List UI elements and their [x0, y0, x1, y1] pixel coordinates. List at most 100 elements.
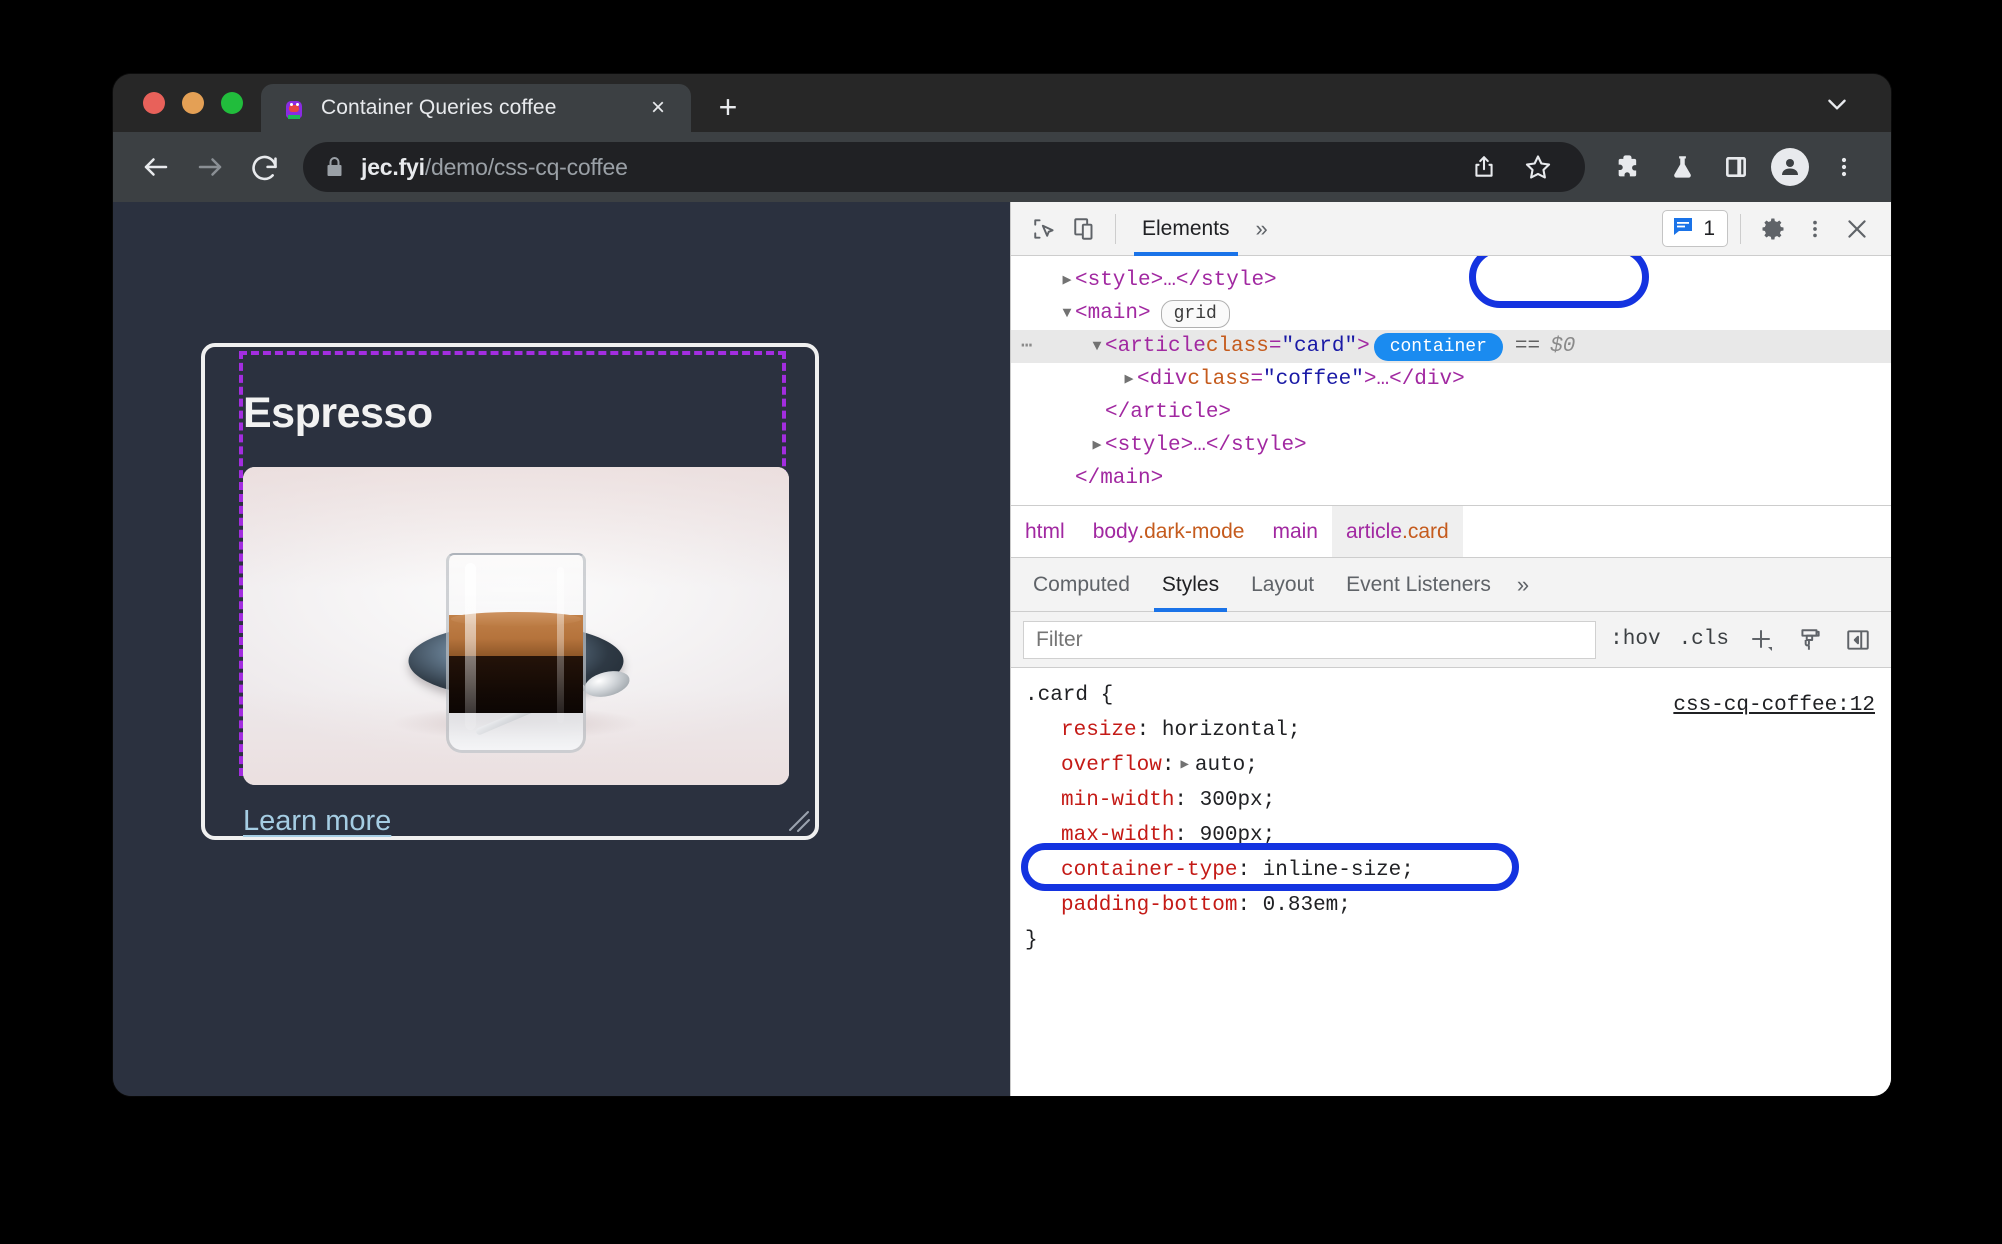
- tab-layout[interactable]: Layout: [1235, 558, 1330, 612]
- tab-elements[interactable]: Elements: [1126, 202, 1246, 256]
- labs-flask-icon[interactable]: [1657, 142, 1707, 192]
- toggle-sidebar-icon[interactable]: [1839, 621, 1877, 659]
- breadcrumb-item-article[interactable]: article .card: [1331, 506, 1463, 557]
- dom-row[interactable]: ▶ <div class = "coffee" >… </div>: [1011, 363, 1891, 396]
- expand-triangle-icon[interactable]: ▶: [1089, 429, 1105, 462]
- css-declaration-container-type[interactable]: container-type: inline-size;: [1011, 853, 1891, 888]
- styles-filter-row: Filter :hov .cls: [1011, 611, 1891, 667]
- tab-styles[interactable]: Styles: [1146, 558, 1235, 612]
- gear-icon[interactable]: [1753, 209, 1793, 249]
- collapse-triangle-icon[interactable]: ▼: [1089, 330, 1105, 363]
- dom-node-close: </style>: [1175, 269, 1277, 292]
- learn-more-link[interactable]: Learn more: [243, 805, 391, 838]
- close-icon[interactable]: [1837, 209, 1877, 249]
- back-arrow-icon[interactable]: [131, 142, 181, 192]
- dom-selected-eq: ==: [1514, 335, 1541, 358]
- reload-icon[interactable]: [239, 142, 289, 192]
- css-value[interactable]: auto;: [1195, 748, 1258, 783]
- breadcrumb-item-body[interactable]: body .dark-mode: [1079, 506, 1259, 557]
- css-property[interactable]: container-type: [1025, 853, 1237, 888]
- css-selector[interactable]: .card {: [1025, 678, 1113, 713]
- tab-close-icon[interactable]: ×: [643, 93, 673, 123]
- more-sidebar-tabs-icon[interactable]: »: [1507, 572, 1539, 598]
- browser-tab[interactable]: Container Queries coffee ×: [261, 84, 691, 132]
- expand-triangle-icon[interactable]: ▶: [1174, 748, 1194, 783]
- breadcrumb-item-html[interactable]: html: [1011, 506, 1079, 557]
- devtools-panel: Elements » 1 ▶ <style> … </style> ▼ <mai…: [1010, 202, 1891, 1096]
- tab-event-listeners[interactable]: Event Listeners: [1330, 558, 1507, 612]
- card-title: Espresso: [243, 389, 433, 437]
- css-declaration[interactable]: overflow: ▶ auto;: [1011, 748, 1891, 783]
- css-value[interactable]: 300px;: [1200, 783, 1276, 818]
- dom-row[interactable]: ▼ <main> grid: [1011, 297, 1891, 330]
- css-colon: :: [1174, 824, 1200, 847]
- css-brace: }: [1025, 929, 1038, 952]
- profile-avatar[interactable]: [1765, 142, 1815, 192]
- new-tab-button[interactable]: +: [705, 84, 751, 130]
- styles-rules-pane[interactable]: .card { css-cq-coffee:12 resize: horizon…: [1011, 667, 1891, 1096]
- hov-toggle[interactable]: :hov: [1606, 628, 1664, 651]
- css-value[interactable]: 0.83em;: [1263, 888, 1351, 923]
- bookmark-star-icon[interactable]: [1513, 142, 1563, 192]
- grid-badge[interactable]: grid: [1160, 299, 1230, 328]
- more-panels-icon[interactable]: »: [1246, 216, 1278, 242]
- address-bar[interactable]: jec.fyi/demo/css-cq-coffee: [303, 142, 1585, 192]
- collapse-triangle-icon[interactable]: ▼: [1059, 297, 1075, 330]
- dom-row-menu-icon[interactable]: ⋯: [1021, 330, 1034, 363]
- dom-ellipsis: …: [1193, 434, 1206, 457]
- expand-triangle-icon[interactable]: ▶: [1121, 363, 1137, 396]
- css-property[interactable]: max-width: [1025, 818, 1174, 853]
- lock-icon: [325, 156, 344, 178]
- dom-node-close: </main>: [1075, 467, 1164, 490]
- css-declaration[interactable]: min-width: 300px;: [1011, 783, 1891, 818]
- devtools-more-icon[interactable]: [1795, 209, 1835, 249]
- breadcrumb-class: .card: [1402, 519, 1449, 543]
- issues-badge[interactable]: 1: [1662, 210, 1728, 247]
- css-value[interactable]: horizontal;: [1162, 713, 1301, 748]
- url-path: /demo/css-cq-coffee: [424, 153, 628, 180]
- dom-node-close: </div>: [1389, 368, 1465, 391]
- card-resize-handle[interactable]: [785, 807, 811, 833]
- paintbrush-icon[interactable]: [1791, 621, 1829, 659]
- plus-new-style-rule-icon[interactable]: [1743, 621, 1781, 659]
- window-maximize-button[interactable]: [221, 92, 243, 114]
- dom-console-ref: $0: [1550, 335, 1576, 358]
- dom-row[interactable]: ▶ <style>… </style>: [1011, 264, 1891, 297]
- extensions-puzzle-icon[interactable]: [1603, 142, 1653, 192]
- inspect-element-icon[interactable]: [1025, 209, 1065, 249]
- tab-computed[interactable]: Computed: [1017, 558, 1146, 612]
- toolbar-divider-2: [1740, 213, 1741, 244]
- device-toolbar-icon[interactable]: [1065, 209, 1105, 249]
- container-badge[interactable]: container: [1373, 332, 1503, 361]
- window-minimize-button[interactable]: [182, 92, 204, 114]
- dom-row[interactable]: </main>: [1011, 462, 1891, 495]
- share-icon[interactable]: [1459, 142, 1509, 192]
- css-value[interactable]: 900px;: [1200, 818, 1276, 853]
- filter-input[interactable]: Filter: [1023, 620, 1597, 659]
- dom-ellipsis: …: [1163, 269, 1176, 292]
- expand-triangle-icon[interactable]: ▶: [1059, 264, 1075, 297]
- css-declaration[interactable]: resize: horizontal;: [1011, 713, 1891, 748]
- css-property[interactable]: min-width: [1025, 783, 1174, 818]
- breadcrumb-item-main[interactable]: main: [1258, 506, 1332, 557]
- css-property[interactable]: padding-bottom: [1025, 888, 1237, 923]
- dom-tree[interactable]: ▶ <style>… </style> ▼ <main> grid ⋯ ▼ <ar…: [1011, 256, 1891, 505]
- forward-arrow-icon[interactable]: [185, 142, 235, 192]
- cls-toggle[interactable]: .cls: [1675, 628, 1733, 651]
- css-property[interactable]: overflow: [1025, 748, 1162, 783]
- url-text: jec.fyi/demo/css-cq-coffee: [361, 154, 628, 181]
- css-declaration[interactable]: padding-bottom: 0.83em;: [1011, 888, 1891, 923]
- coffee-card[interactable]: Espresso Learn more: [201, 343, 819, 840]
- dom-attr-value: "coffee": [1263, 368, 1364, 391]
- side-panel-icon[interactable]: [1711, 142, 1761, 192]
- dom-row-selected[interactable]: ⋯ ▼ <article class = "card" > container == …: [1011, 330, 1891, 363]
- window-close-button[interactable]: [143, 92, 165, 114]
- chevron-down-icon[interactable]: [1817, 84, 1857, 124]
- dom-row[interactable]: </article>: [1011, 396, 1891, 429]
- browser-menu-icon[interactable]: [1819, 142, 1869, 192]
- css-declaration[interactable]: max-width: 900px;: [1011, 818, 1891, 853]
- dom-row[interactable]: ▶ <style>… </style>: [1011, 429, 1891, 462]
- css-value[interactable]: inline-size;: [1263, 853, 1414, 888]
- css-property[interactable]: resize: [1025, 713, 1137, 748]
- css-selector-line[interactable]: .card { css-cq-coffee:12: [1011, 678, 1891, 717]
